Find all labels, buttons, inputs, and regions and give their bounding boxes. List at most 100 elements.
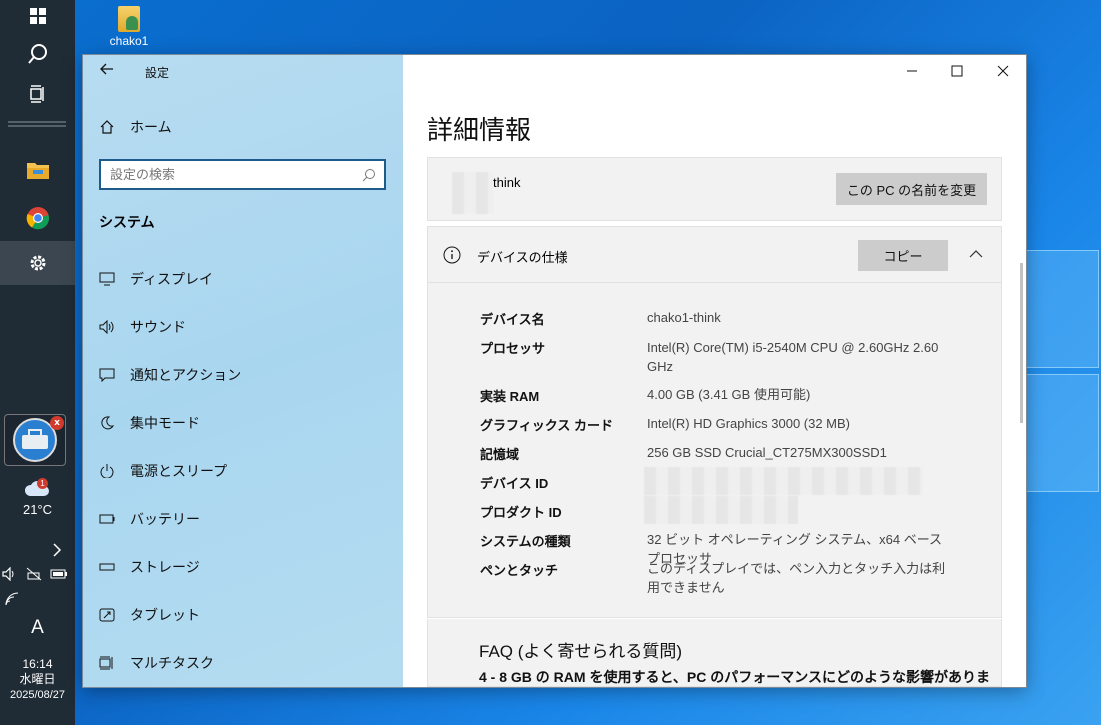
page-title: 詳細情報 xyxy=(427,115,532,145)
nav-storage[interactable]: ストレージ xyxy=(83,547,403,587)
toolbox-app-button[interactable]: x xyxy=(4,414,66,466)
redacted-device-id xyxy=(644,467,923,495)
nav-battery[interactable]: バッテリー xyxy=(83,499,403,539)
maximize-button[interactable] xyxy=(934,55,980,87)
app-title: 設定 xyxy=(145,66,170,80)
spec-value-ram: 4.00 GB (3.41 GB 使用可能) xyxy=(647,387,811,402)
chrome-button[interactable] xyxy=(0,196,75,240)
nav-item-label: マルチタスク xyxy=(130,655,214,671)
clock[interactable]: 16:14 水曜日 2025/08/27 xyxy=(0,657,75,703)
multitask-icon xyxy=(98,654,116,672)
nav-focus-assist[interactable]: 集中モード xyxy=(83,403,403,443)
copy-button[interactable]: コピー xyxy=(858,240,948,271)
nav-multitasking[interactable]: マルチタスク xyxy=(83,643,403,683)
spec-label-product-id: プロダクト ID xyxy=(480,505,562,520)
network-disconnected-icon[interactable] xyxy=(26,567,42,581)
desktop-windows-logo xyxy=(1021,250,1101,610)
spec-value-processor: Intel(R) Core(TM) i5-2540M CPU @ 2.60GHz… xyxy=(647,340,939,374)
moon-icon xyxy=(98,414,116,432)
settings-search[interactable] xyxy=(99,159,386,190)
scrollbar-thumb[interactable] xyxy=(1020,263,1023,423)
clock-date: 2025/08/27 xyxy=(9,689,66,701)
device-spec-heading: デバイスの仕様 xyxy=(477,250,568,265)
spec-label-ram: 実装 RAM xyxy=(480,389,540,404)
redacted-pc-name xyxy=(452,172,494,214)
file-explorer-icon xyxy=(26,163,49,179)
section-heading: システム xyxy=(99,214,155,230)
weather-badge: 1 xyxy=(37,478,48,489)
desktop-icon-user-folder[interactable]: chako1 xyxy=(103,4,155,48)
system-tray xyxy=(0,565,75,585)
spec-value-graphics: Intel(R) HD Graphics 3000 (32 MB) xyxy=(647,416,851,431)
nav-item-label: ディスプレイ xyxy=(130,271,214,287)
search-input[interactable] xyxy=(101,167,362,182)
taskbar-divider xyxy=(8,121,66,123)
file-explorer-button[interactable] xyxy=(0,148,75,192)
storage-icon xyxy=(98,558,116,576)
spec-label-graphics: グラフィックス カード xyxy=(480,418,613,433)
close-button[interactable] xyxy=(980,55,1026,87)
spec-label-pen-touch: ペンとタッチ xyxy=(480,563,559,578)
spec-label-device-id: デバイス ID xyxy=(480,476,549,491)
temperature-text: 21°C xyxy=(22,502,53,517)
home-icon xyxy=(98,118,116,136)
nav-item-label: 通知とアクション xyxy=(130,367,242,383)
task-view-button[interactable] xyxy=(0,72,75,116)
chevron-right-icon xyxy=(53,543,62,557)
volume-icon[interactable] xyxy=(2,567,18,581)
minimize-button[interactable] xyxy=(889,55,935,87)
pc-name-card: think この PC の名前を変更 xyxy=(427,157,1002,221)
device-spec-card: デバイスの仕様 コピー デバイス名 chako1-think プロセッサ Int… xyxy=(427,226,1002,618)
gear-icon xyxy=(30,255,45,271)
back-arrow-icon[interactable] xyxy=(99,61,115,77)
speaker-icon xyxy=(98,318,116,336)
settings-button[interactable] xyxy=(0,241,75,285)
settings-content: 詳細情報 think この PC の名前を変更 デバイスの仕様 コピー デバイス… xyxy=(403,55,1026,687)
close-badge[interactable]: x xyxy=(50,416,64,430)
power-icon xyxy=(98,462,116,480)
faq-question-link[interactable]: 4 - 8 GB の RAM を使用すると、PC のパフォーマンスにどのような影… xyxy=(479,667,990,687)
redacted-product-id xyxy=(644,496,798,524)
ime-indicator[interactable]: A xyxy=(0,617,75,639)
windows-start-icon xyxy=(29,8,46,24)
nav-display[interactable]: ディスプレイ xyxy=(83,259,403,299)
nav-home[interactable]: ホーム xyxy=(83,107,403,147)
nav-item-label: タブレット xyxy=(130,607,200,623)
desktop-icon-label: chako1 xyxy=(109,34,149,48)
spec-label-device-name: デバイス名 xyxy=(480,312,545,327)
chevron-up-icon[interactable] xyxy=(969,249,983,259)
nav-home-label: ホーム xyxy=(130,119,172,135)
settings-sidebar: 設定 ホーム システム ディスプレイ サウンド 通知とアクション 集中モード xyxy=(83,55,403,687)
clock-time: 16:14 xyxy=(22,657,53,671)
battery-icon[interactable] xyxy=(50,568,68,580)
settings-window: 設定 ホーム システム ディスプレイ サウンド 通知とアクション 集中モード xyxy=(83,55,1026,687)
spec-value-storage: 256 GB SSD Crucial_CT275MX300SSD1 xyxy=(647,445,887,460)
spec-label-processor: プロセッサ xyxy=(480,341,546,356)
tablet-icon xyxy=(98,606,116,624)
spec-label-system-type: システムの種類 xyxy=(480,534,571,549)
search-icon xyxy=(27,44,47,64)
task-view-icon xyxy=(29,85,44,103)
rename-pc-button[interactable]: この PC の名前を変更 xyxy=(836,173,987,205)
spec-label-storage: 記憶域 xyxy=(480,447,520,462)
wifi-icon[interactable] xyxy=(5,592,19,606)
nav-power-sleep[interactable]: 電源とスリープ xyxy=(83,451,403,491)
nav-item-label: バッテリー xyxy=(130,511,200,527)
notification-icon xyxy=(98,366,116,384)
nav-tablet[interactable]: タブレット xyxy=(83,595,403,635)
nav-item-label: ストレージ xyxy=(130,559,200,575)
display-icon xyxy=(98,270,116,288)
nav-item-label: 電源とスリープ xyxy=(130,463,228,479)
nav-notifications[interactable]: 通知とアクション xyxy=(83,355,403,395)
search-icon[interactable] xyxy=(362,168,376,182)
nav-sound[interactable]: サウンド xyxy=(83,307,403,347)
clock-weekday: 水曜日 xyxy=(19,672,56,686)
show-hidden-icons-chevron[interactable] xyxy=(52,542,62,561)
device-spec-header[interactable]: デバイスの仕様 コピー xyxy=(428,227,1001,283)
search-button[interactable] xyxy=(0,32,75,76)
faq-title: FAQ (よく寄せられる質問) xyxy=(479,642,683,661)
battery-icon xyxy=(98,510,116,528)
nav-item-label: サウンド xyxy=(130,319,186,335)
chrome-icon xyxy=(26,207,49,230)
weather-widget[interactable]: 1 21°C xyxy=(0,478,75,522)
